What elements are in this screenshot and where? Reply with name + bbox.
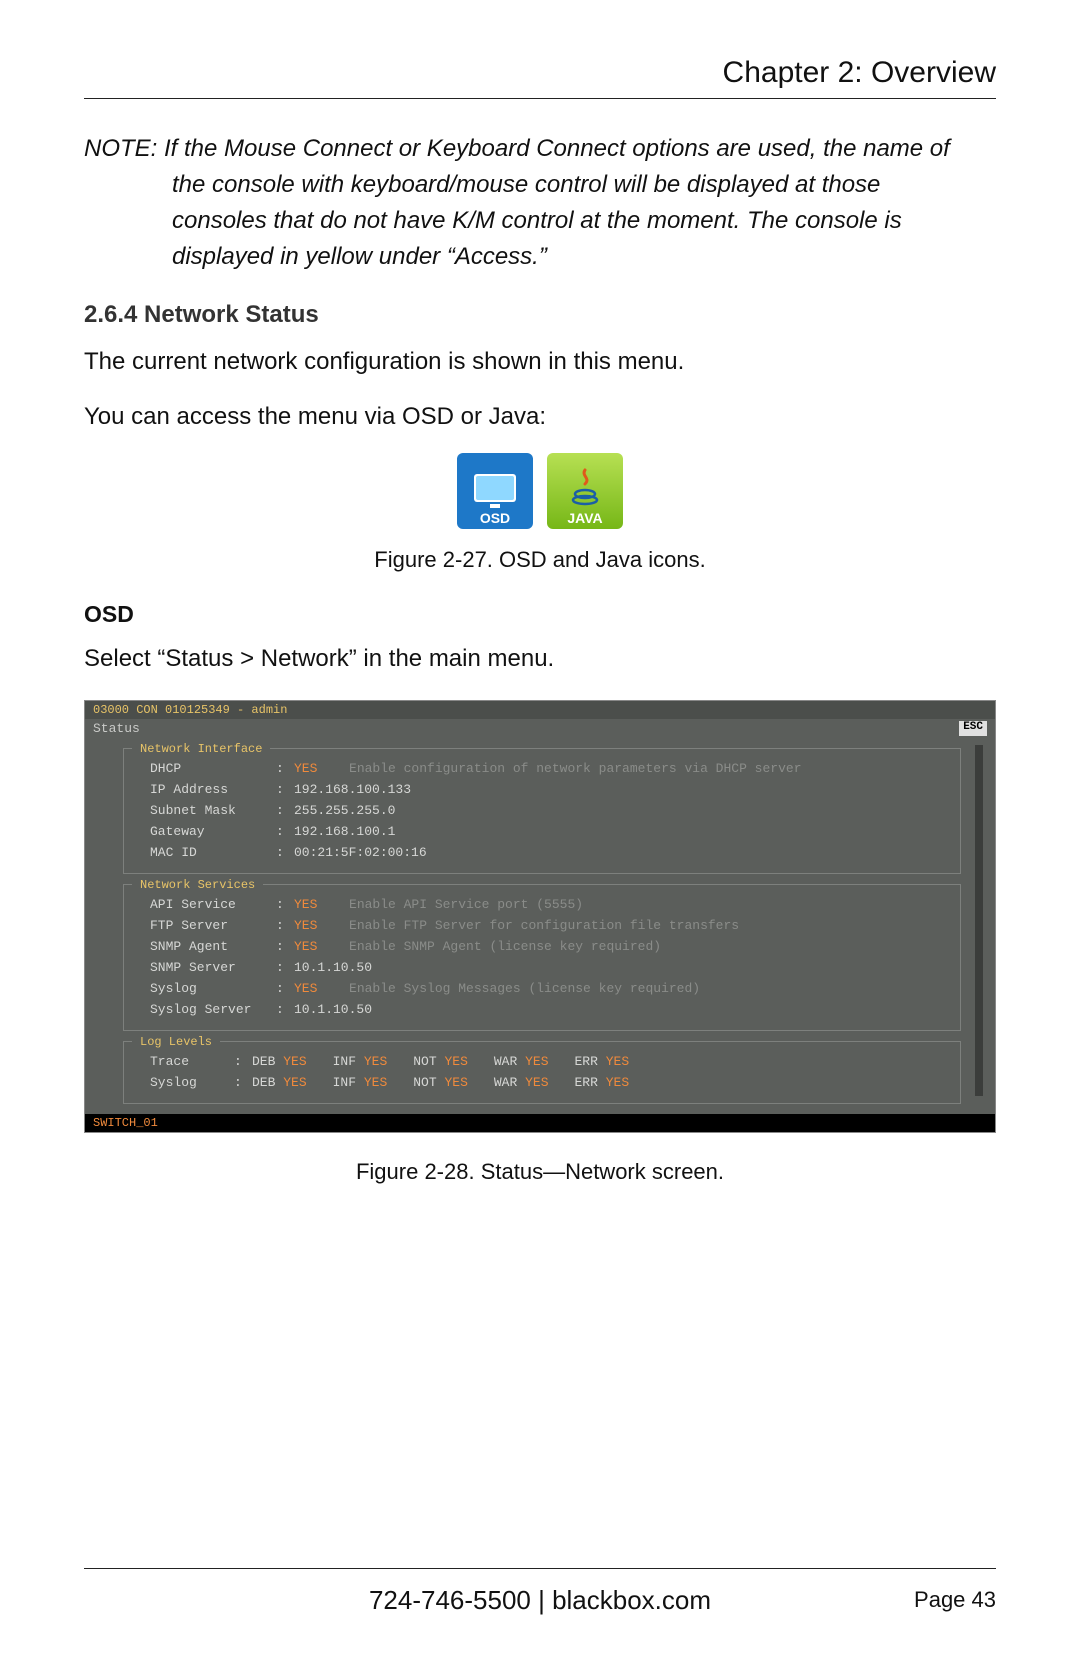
- config-label: SNMP Server: [150, 960, 268, 975]
- figure-caption: Figure 2-27. OSD and Java icons.: [84, 547, 996, 573]
- config-row: DHCP:YES Enable configuration of network…: [150, 758, 944, 779]
- section-heading: 2.6.4 Network Status: [84, 301, 996, 329]
- note-paragraph: NOTE: If the Mouse Connect or Keyboard C…: [84, 131, 996, 275]
- loglevel-pair: WAR YES: [494, 1075, 549, 1090]
- loglevel-label: Trace: [150, 1054, 226, 1069]
- flag-value: YES: [294, 939, 317, 954]
- config-value: 192.168.100.1: [294, 824, 395, 839]
- config-value: 00:21:5F:02:00:16: [294, 845, 427, 860]
- config-value: 192.168.100.133: [294, 782, 411, 797]
- loglevel-row: Syslog:DEB YESINF YESNOT YESWAR YESERR Y…: [150, 1072, 944, 1093]
- config-value: 255.255.255.0: [294, 803, 395, 818]
- loglevel-pair: INF YES: [333, 1075, 388, 1090]
- flag-value: YES: [294, 918, 317, 933]
- panel-title: Network Services: [132, 878, 263, 892]
- config-label: MAC ID: [150, 845, 268, 860]
- config-row: SNMP Agent:YES Enable SNMP Agent (licens…: [150, 936, 944, 957]
- config-desc: Enable configuration of network paramete…: [349, 761, 801, 776]
- config-label: DHCP: [150, 761, 268, 776]
- loglevel-pair: WAR YES: [494, 1054, 549, 1069]
- panel-title: Log Levels: [132, 1035, 220, 1049]
- panel-network-services: Network Services API Service:YES Enable …: [123, 884, 961, 1031]
- flag-value: YES: [294, 981, 317, 996]
- config-row: SNMP Server:10.1.10.50: [150, 957, 944, 978]
- java-icon-label: JAVA: [567, 510, 602, 526]
- config-label: Syslog Server: [150, 1002, 268, 1017]
- note-line: the console with keyboard/mouse control …: [84, 167, 996, 203]
- loglevel-pair: NOT YES: [413, 1054, 468, 1069]
- loglevel-pair: INF YES: [333, 1054, 388, 1069]
- config-row: Syslog Server:10.1.10.50: [150, 999, 944, 1020]
- osd-icon-label: OSD: [480, 510, 510, 526]
- config-label: Gateway: [150, 824, 268, 839]
- config-label: IP Address: [150, 782, 268, 797]
- panel-log-levels: Log Levels Trace:DEB YESINF YESNOT YESWA…: [123, 1041, 961, 1104]
- chapter-title: Chapter 2: Overview: [84, 56, 996, 90]
- footer-center: 724-746-5500 | blackbox.com: [84, 1585, 996, 1616]
- config-row: MAC ID:00:21:5F:02:00:16: [150, 842, 944, 863]
- loglevel-pair: ERR YES: [575, 1075, 630, 1090]
- note-line: consoles that do not have K/M control at…: [84, 203, 996, 239]
- note-line: displayed in yellow under “Access.”: [84, 239, 996, 275]
- config-row: FTP Server:YES Enable FTP Server for con…: [150, 915, 944, 936]
- esc-badge: ESC: [959, 721, 987, 736]
- config-desc: Enable SNMP Agent (license key required): [349, 939, 661, 954]
- loglevel-pair: ERR YES: [575, 1054, 630, 1069]
- config-value: 10.1.10.50: [294, 1002, 372, 1017]
- body-text: You can access the menu via OSD or Java:: [84, 398, 996, 435]
- decorative-shadow: [975, 745, 983, 1096]
- config-desc: Enable Syslog Messages (license key requ…: [349, 981, 700, 996]
- flag-value: YES: [294, 897, 317, 912]
- flag-value: YES: [294, 761, 317, 776]
- loglevel-label: Syslog: [150, 1075, 226, 1090]
- osd-icon: OSD: [457, 453, 533, 529]
- config-desc: Enable FTP Server for configuration file…: [349, 918, 739, 933]
- body-text: The current network configuration is sho…: [84, 343, 996, 380]
- config-row: Subnet Mask:255.255.255.0: [150, 800, 944, 821]
- config-label: FTP Server: [150, 918, 268, 933]
- body-text: Select “Status > Network” in the main me…: [84, 640, 996, 677]
- config-label: Syslog: [150, 981, 268, 996]
- config-row: IP Address:192.168.100.133: [150, 779, 944, 800]
- config-label: Subnet Mask: [150, 803, 268, 818]
- loglevel-pair: DEB YES: [252, 1075, 307, 1090]
- loglevel-row: Trace:DEB YESINF YESNOT YESWAR YESERR YE…: [150, 1051, 944, 1072]
- config-row: Gateway:192.168.100.1: [150, 821, 944, 842]
- config-desc: Enable API Service port (5555): [349, 897, 583, 912]
- config-row: API Service:YES Enable API Service port …: [150, 894, 944, 915]
- loglevel-pair: NOT YES: [413, 1075, 468, 1090]
- terminal-titlebar: 03000 CON 010125349 - admin: [85, 701, 995, 719]
- config-label: SNMP Agent: [150, 939, 268, 954]
- note-line: NOTE: If the Mouse Connect or Keyboard C…: [84, 135, 950, 162]
- panel-title: Network Interface: [132, 742, 270, 756]
- terminal-footer: SWITCH_01: [85, 1114, 995, 1132]
- config-label: API Service: [150, 897, 268, 912]
- panel-network-interface: Network Interface DHCP:YES Enable config…: [123, 748, 961, 874]
- figure-caption: Figure 2-28. Status—Network screen.: [84, 1159, 996, 1185]
- terminal-screenshot: 03000 CON 010125349 - admin Status ESC N…: [84, 700, 996, 1133]
- loglevel-pair: DEB YES: [252, 1054, 307, 1069]
- osd-heading: OSD: [84, 601, 996, 628]
- config-value: 10.1.10.50: [294, 960, 372, 975]
- java-icon: JAVA: [547, 453, 623, 529]
- config-row: Syslog:YES Enable Syslog Messages (licen…: [150, 978, 944, 999]
- terminal-status-label: Status: [93, 721, 140, 736]
